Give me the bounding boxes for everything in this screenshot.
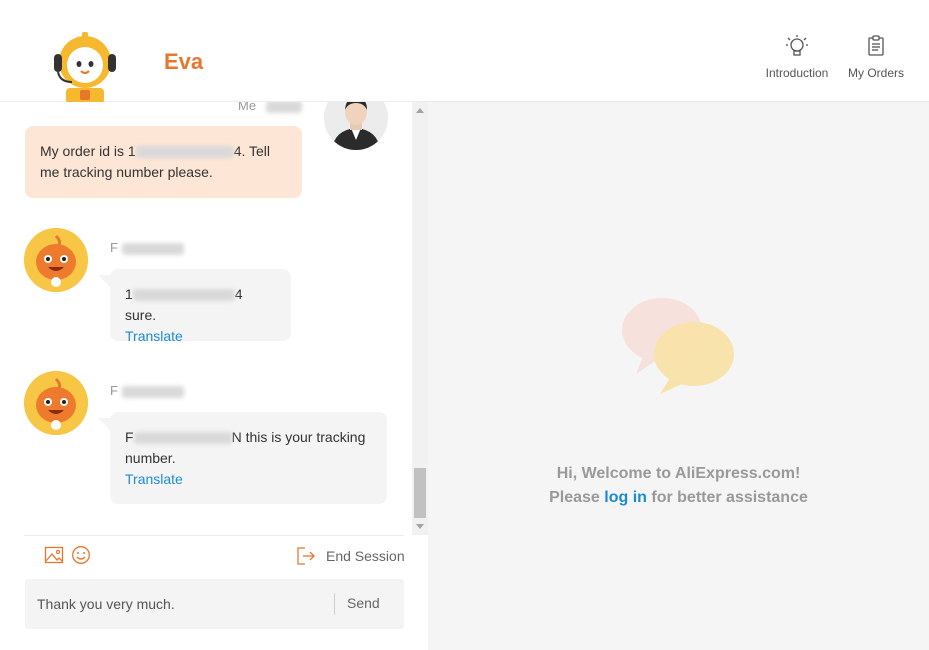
- message-meta: Me: [238, 102, 302, 113]
- eva-robot-avatar: [54, 32, 116, 102]
- composer-divider: [24, 535, 404, 536]
- redacted-order-id: [132, 289, 235, 302]
- chat-scrollbar[interactable]: [412, 102, 428, 535]
- message-composer: Send: [25, 579, 404, 629]
- scroll-down-arrow-icon[interactable]: [416, 524, 424, 529]
- agent-avatar: [24, 228, 88, 292]
- end-session-button[interactable]: End Session: [296, 546, 405, 566]
- my-orders-button[interactable]: My Orders: [844, 34, 908, 80]
- welcome-panel: Hi, Welcome to AliExpress.com! Please lo…: [428, 102, 929, 650]
- agent-avatar: [24, 371, 88, 435]
- login-prompt-suffix: for better assistance: [646, 489, 808, 506]
- chat-bubbles-icon: [622, 298, 734, 394]
- exit-icon: [297, 547, 315, 565]
- login-prompt-prefix: Please: [549, 489, 605, 506]
- chat-history[interactable]: Me My order id is 1 4. Tell me tracking n…: [0, 102, 412, 535]
- message-meta: F: [110, 240, 184, 255]
- login-prompt: Please log in for better assistance: [428, 489, 929, 507]
- sender-name: F: [110, 383, 118, 398]
- translate-link[interactable]: Translate: [125, 326, 276, 347]
- redacted-tracking-number: [133, 432, 232, 445]
- welcome-heading: Hi, Welcome to AliExpress.com!: [556, 465, 801, 482]
- message-bubble-incoming: FN this is your tracking number. Transla…: [98, 412, 387, 504]
- message-text: My order id is 1: [40, 143, 136, 159]
- composer-separator: [334, 593, 335, 615]
- scroll-up-arrow-icon[interactable]: [416, 108, 424, 113]
- end-session-label: End Session: [326, 548, 405, 564]
- agent-mascot-icon: [24, 371, 88, 435]
- lightbulb-icon: [786, 35, 808, 56]
- agent-mascot-icon: [24, 228, 88, 292]
- redacted-time: [121, 385, 184, 398]
- user-photo: [324, 102, 388, 150]
- scrollbar-thumb[interactable]: [414, 468, 426, 518]
- sender-name: Me: [238, 102, 257, 113]
- clipboard-icon: [868, 35, 884, 56]
- send-button[interactable]: Send: [347, 595, 380, 611]
- redacted-time: [121, 242, 184, 255]
- message-bubble-outgoing: My order id is 1 4. Tell me tracking numb…: [25, 126, 302, 198]
- my-orders-label: My Orders: [847, 66, 904, 80]
- message-text: F: [125, 429, 134, 445]
- bot-name: Eva: [164, 49, 204, 74]
- redacted-order-id: [135, 146, 234, 159]
- image-upload-icon[interactable]: [44, 545, 64, 565]
- message-input[interactable]: [37, 594, 327, 614]
- user-avatar: [324, 102, 388, 150]
- message-text: 1: [125, 286, 133, 302]
- translate-link[interactable]: Translate: [125, 469, 372, 490]
- emoji-icon[interactable]: [71, 545, 91, 565]
- chat-header: Eva Introduction My Orders: [0, 0, 929, 102]
- introduction-button[interactable]: Introduction: [762, 34, 832, 80]
- sender-name: F: [110, 240, 118, 255]
- login-link[interactable]: log in: [604, 489, 647, 506]
- redacted-time: [265, 102, 302, 113]
- message-bubble-incoming: 14 sure. Translate: [98, 269, 291, 344]
- message-meta: F: [110, 383, 184, 398]
- introduction-label: Introduction: [765, 66, 829, 80]
